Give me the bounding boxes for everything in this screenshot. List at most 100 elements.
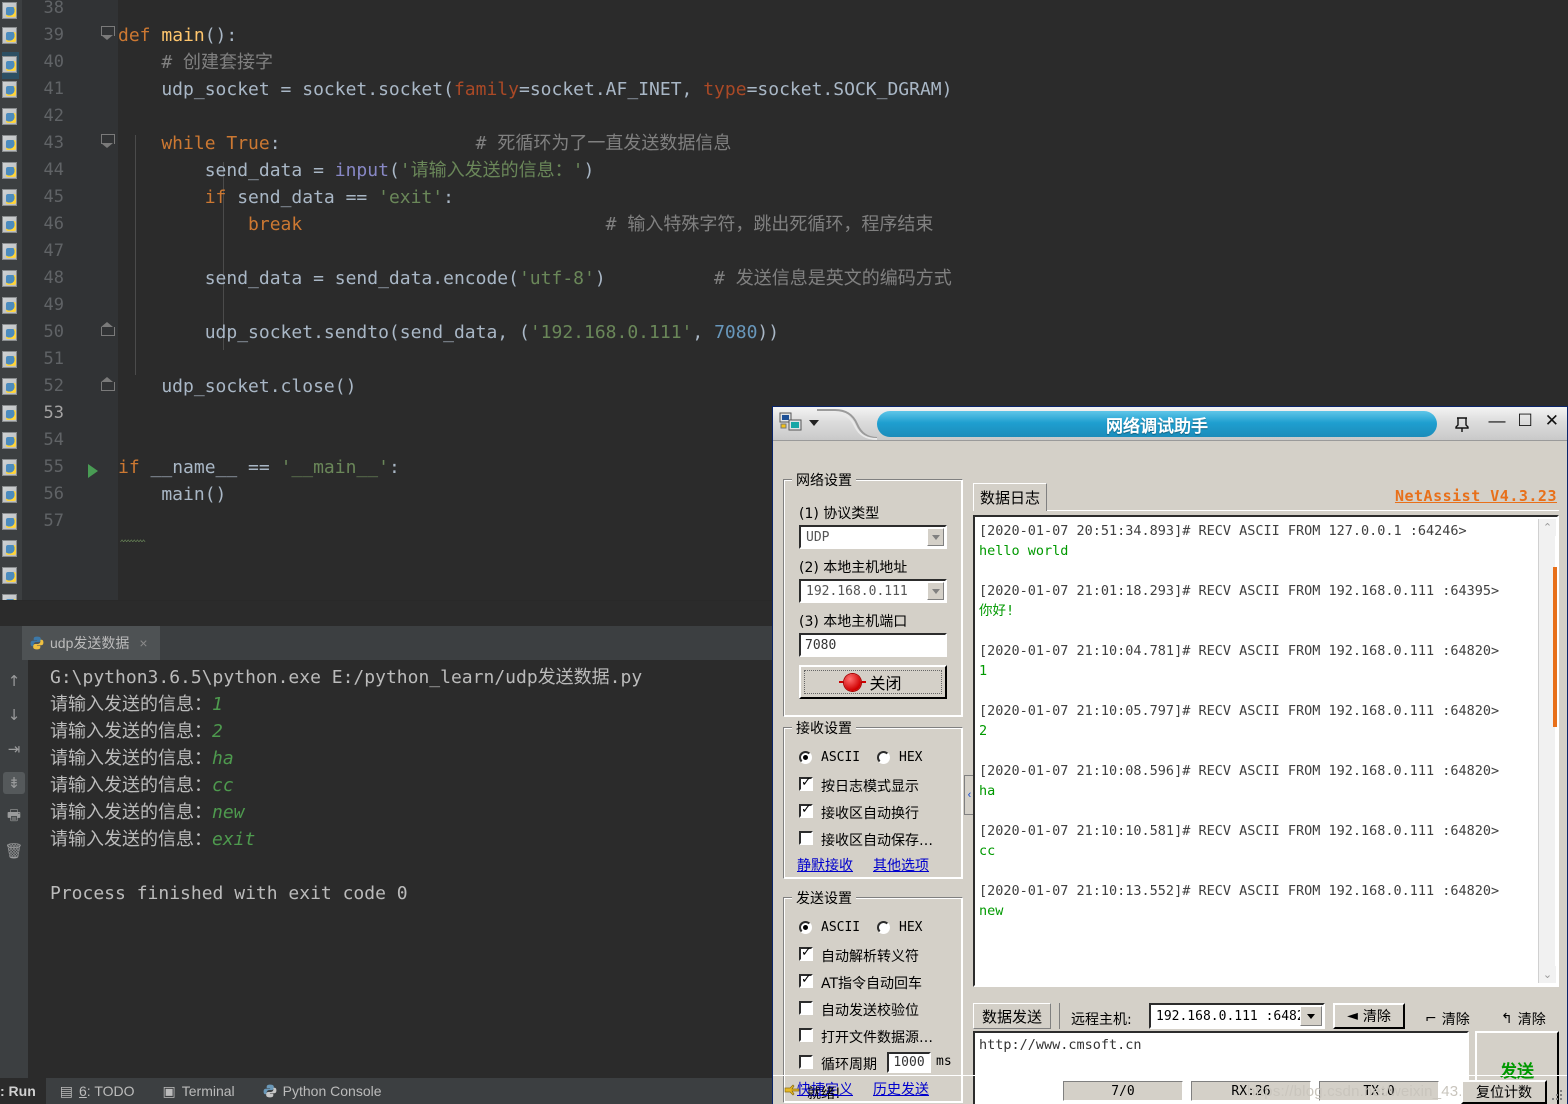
clear-receive-button[interactable]: ◄ 清除 bbox=[1333, 1003, 1405, 1029]
scroll-down-icon[interactable]: ⌄ bbox=[1539, 966, 1556, 983]
send-file-source-checkbox[interactable] bbox=[799, 1028, 813, 1042]
send-escape-parse-checkbox[interactable] bbox=[799, 945, 813, 961]
data-log-box[interactable]: [2020-01-07 20:51:34.893]# RECV ASCII FR… bbox=[973, 515, 1559, 987]
titlebar-curve-decoration bbox=[817, 407, 877, 441]
receive-ascii-radio[interactable] bbox=[799, 751, 812, 764]
line-number: 43 bbox=[43, 133, 64, 153]
netassist-title-bar[interactable]: 网络调试助手 — ☐ ✕ bbox=[773, 407, 1567, 441]
fold-toggle-icon[interactable] bbox=[101, 26, 115, 40]
line-number: 50 bbox=[43, 322, 64, 342]
remote-host-combo[interactable]: 192.168.0.111 :64820 bbox=[1149, 1003, 1325, 1029]
data-log-text: [2020-01-07 20:51:34.893]# RECV ASCII FR… bbox=[979, 521, 1535, 921]
arrow-up-icon[interactable]: ↑ bbox=[3, 670, 25, 692]
send-text-value: http://www.cmsoft.cn bbox=[979, 1037, 1142, 1053]
code-line-52: udp_socket.close() bbox=[118, 376, 357, 397]
run-tab-udp-send[interactable]: udp发送数据 × bbox=[22, 626, 160, 660]
console-line: 请输入发送的信息： bbox=[50, 802, 212, 823]
receive-auto-save-label: 接收区自动保存… bbox=[821, 833, 933, 849]
fold-end-icon[interactable] bbox=[101, 377, 115, 391]
scroll-up-icon[interactable]: ⌃ bbox=[1539, 519, 1556, 536]
tab-data-send[interactable]: 数据发送 bbox=[973, 1003, 1051, 1029]
minimize-button[interactable]: — bbox=[1489, 412, 1506, 429]
netassist-brand-label[interactable]: NetAssist V4.3.23 bbox=[1395, 487, 1557, 505]
console-input-value: 2 bbox=[212, 721, 223, 742]
python-file-icon bbox=[2, 486, 17, 503]
python-file-icon bbox=[2, 56, 17, 73]
log-header: [2020-01-07 21:10:08.596]# RECV ASCII FR… bbox=[979, 763, 1500, 779]
receive-ascii-label: ASCII bbox=[821, 750, 861, 765]
other-options-link[interactable]: 其他选项 bbox=[873, 855, 929, 875]
python-file-icon bbox=[2, 108, 17, 125]
close-button[interactable]: ✕ bbox=[1545, 412, 1559, 429]
log-header: [2020-01-07 21:10:13.552]# RECV ASCII FR… bbox=[979, 883, 1500, 899]
reset-counter-button[interactable]: 复位计数 bbox=[1461, 1080, 1547, 1104]
app-icon[interactable] bbox=[779, 412, 803, 434]
connection-toggle-button[interactable]: 关闭 bbox=[799, 665, 947, 699]
status-run-button[interactable]: : Run bbox=[0, 1078, 46, 1104]
status-item-terminal[interactable]: ▣ Terminal bbox=[149, 1083, 249, 1100]
fold-end-icon[interactable] bbox=[101, 322, 115, 336]
receive-auto-wrap-checkbox[interactable] bbox=[799, 802, 813, 818]
line-number: 56 bbox=[43, 484, 64, 504]
maximize-button[interactable]: ☐ bbox=[1518, 412, 1533, 429]
code-line-40: # 创建套接字 bbox=[118, 52, 274, 73]
receive-hex-radio[interactable] bbox=[877, 751, 890, 764]
receive-auto-wrap-label: 接收区自动换行 bbox=[821, 806, 919, 822]
resize-grip[interactable] bbox=[1550, 1088, 1564, 1102]
send-cycle-checkbox[interactable] bbox=[799, 1055, 813, 1069]
send-ascii-radio[interactable] bbox=[799, 921, 812, 934]
local-host-combo[interactable]: 192.168.0.111 bbox=[799, 579, 947, 603]
data-log-scrollbar[interactable]: ⌃ ⌄ bbox=[1538, 519, 1557, 983]
code-line-41: udp_socket = socket.socket(family=socket… bbox=[118, 79, 953, 100]
clear-up-button[interactable]: ↰ 清除 bbox=[1501, 1009, 1546, 1029]
run-tab-label: udp发送数据 bbox=[50, 635, 130, 651]
python-file-icon bbox=[2, 243, 17, 260]
fold-toggle-icon[interactable] bbox=[101, 134, 115, 148]
clear-receive-label: 清除 bbox=[1362, 1009, 1391, 1025]
code-line-45: if send_data == 'exit': bbox=[118, 187, 454, 208]
log-header: [2020-01-07 21:01:18.293]# RECV ASCII FR… bbox=[979, 583, 1500, 599]
send-at-cr-checkbox[interactable] bbox=[799, 972, 813, 988]
code-line-43: while True: # 死循环为了一直发送数据信息 bbox=[118, 133, 732, 154]
clear-up-label: 清除 bbox=[1517, 1012, 1546, 1028]
code-line-50: udp_socket.sendto(send_data, ('192.168.0… bbox=[118, 322, 780, 343]
pin-icon[interactable] bbox=[1453, 415, 1471, 433]
netassist-window: 网络调试助手 — ☐ ✕ 网络设置 (1) 协议类型 UDP (2) 本地主机地… bbox=[772, 406, 1568, 1104]
trash-icon[interactable]: 🗑 bbox=[3, 840, 25, 862]
clear-down-button[interactable]: ⌐ 清除 bbox=[1425, 1009, 1470, 1029]
status-item-todo[interactable]: ▤ 6: TODO bbox=[46, 1083, 149, 1100]
run-gutter-icon[interactable] bbox=[88, 464, 98, 478]
log-header: [2020-01-07 21:10:10.581]# RECV ASCII FR… bbox=[979, 823, 1500, 839]
receive-log-mode-checkbox[interactable] bbox=[799, 775, 813, 791]
receive-auto-save-checkbox[interactable] bbox=[799, 831, 813, 845]
soft-wrap-icon[interactable]: ⇥ bbox=[3, 738, 25, 760]
line-number: 57 bbox=[43, 511, 64, 531]
line-number: 47 bbox=[43, 241, 64, 261]
code-line-55: if __name__ == '__main__': bbox=[118, 457, 400, 478]
tab-data-log[interactable]: 数据日志 bbox=[973, 483, 1047, 511]
red-indicator-icon bbox=[839, 673, 867, 691]
chevron-down-icon[interactable] bbox=[927, 582, 944, 600]
send-settings-title: 发送设置 bbox=[792, 888, 856, 908]
send-cycle-input[interactable]: 1000 bbox=[887, 1052, 931, 1073]
list-icon: ▤ bbox=[59, 1082, 73, 1099]
send-hex-radio[interactable] bbox=[877, 921, 890, 934]
print-icon[interactable]: 🖶 bbox=[3, 806, 25, 828]
chevron-down-icon[interactable] bbox=[927, 528, 944, 546]
scrollbar-thumb[interactable] bbox=[1553, 567, 1557, 727]
protocol-type-combo[interactable]: UDP bbox=[799, 525, 947, 549]
close-icon[interactable]: × bbox=[139, 635, 147, 651]
send-checksum-checkbox[interactable] bbox=[799, 1001, 813, 1015]
status-item-python-console[interactable]: Python Console bbox=[249, 1083, 396, 1099]
console-input-value: ha bbox=[212, 748, 234, 769]
log-payload: ha bbox=[979, 783, 996, 799]
clear-down-label: 清除 bbox=[1441, 1012, 1470, 1028]
chevron-down-icon[interactable] bbox=[1300, 1006, 1322, 1026]
console-line: G:\python3.6.5\python.exe E:/python_lear… bbox=[50, 667, 643, 688]
python-icon bbox=[263, 1083, 277, 1099]
arrow-down-icon[interactable]: ↓ bbox=[3, 704, 25, 726]
silent-receive-link[interactable]: 静默接收 bbox=[797, 855, 853, 875]
local-port-input[interactable]: 7080 bbox=[799, 633, 947, 657]
console-line: 请输入发送的信息： bbox=[50, 721, 212, 742]
scroll-to-end-icon[interactable]: ⇟ bbox=[3, 772, 25, 794]
